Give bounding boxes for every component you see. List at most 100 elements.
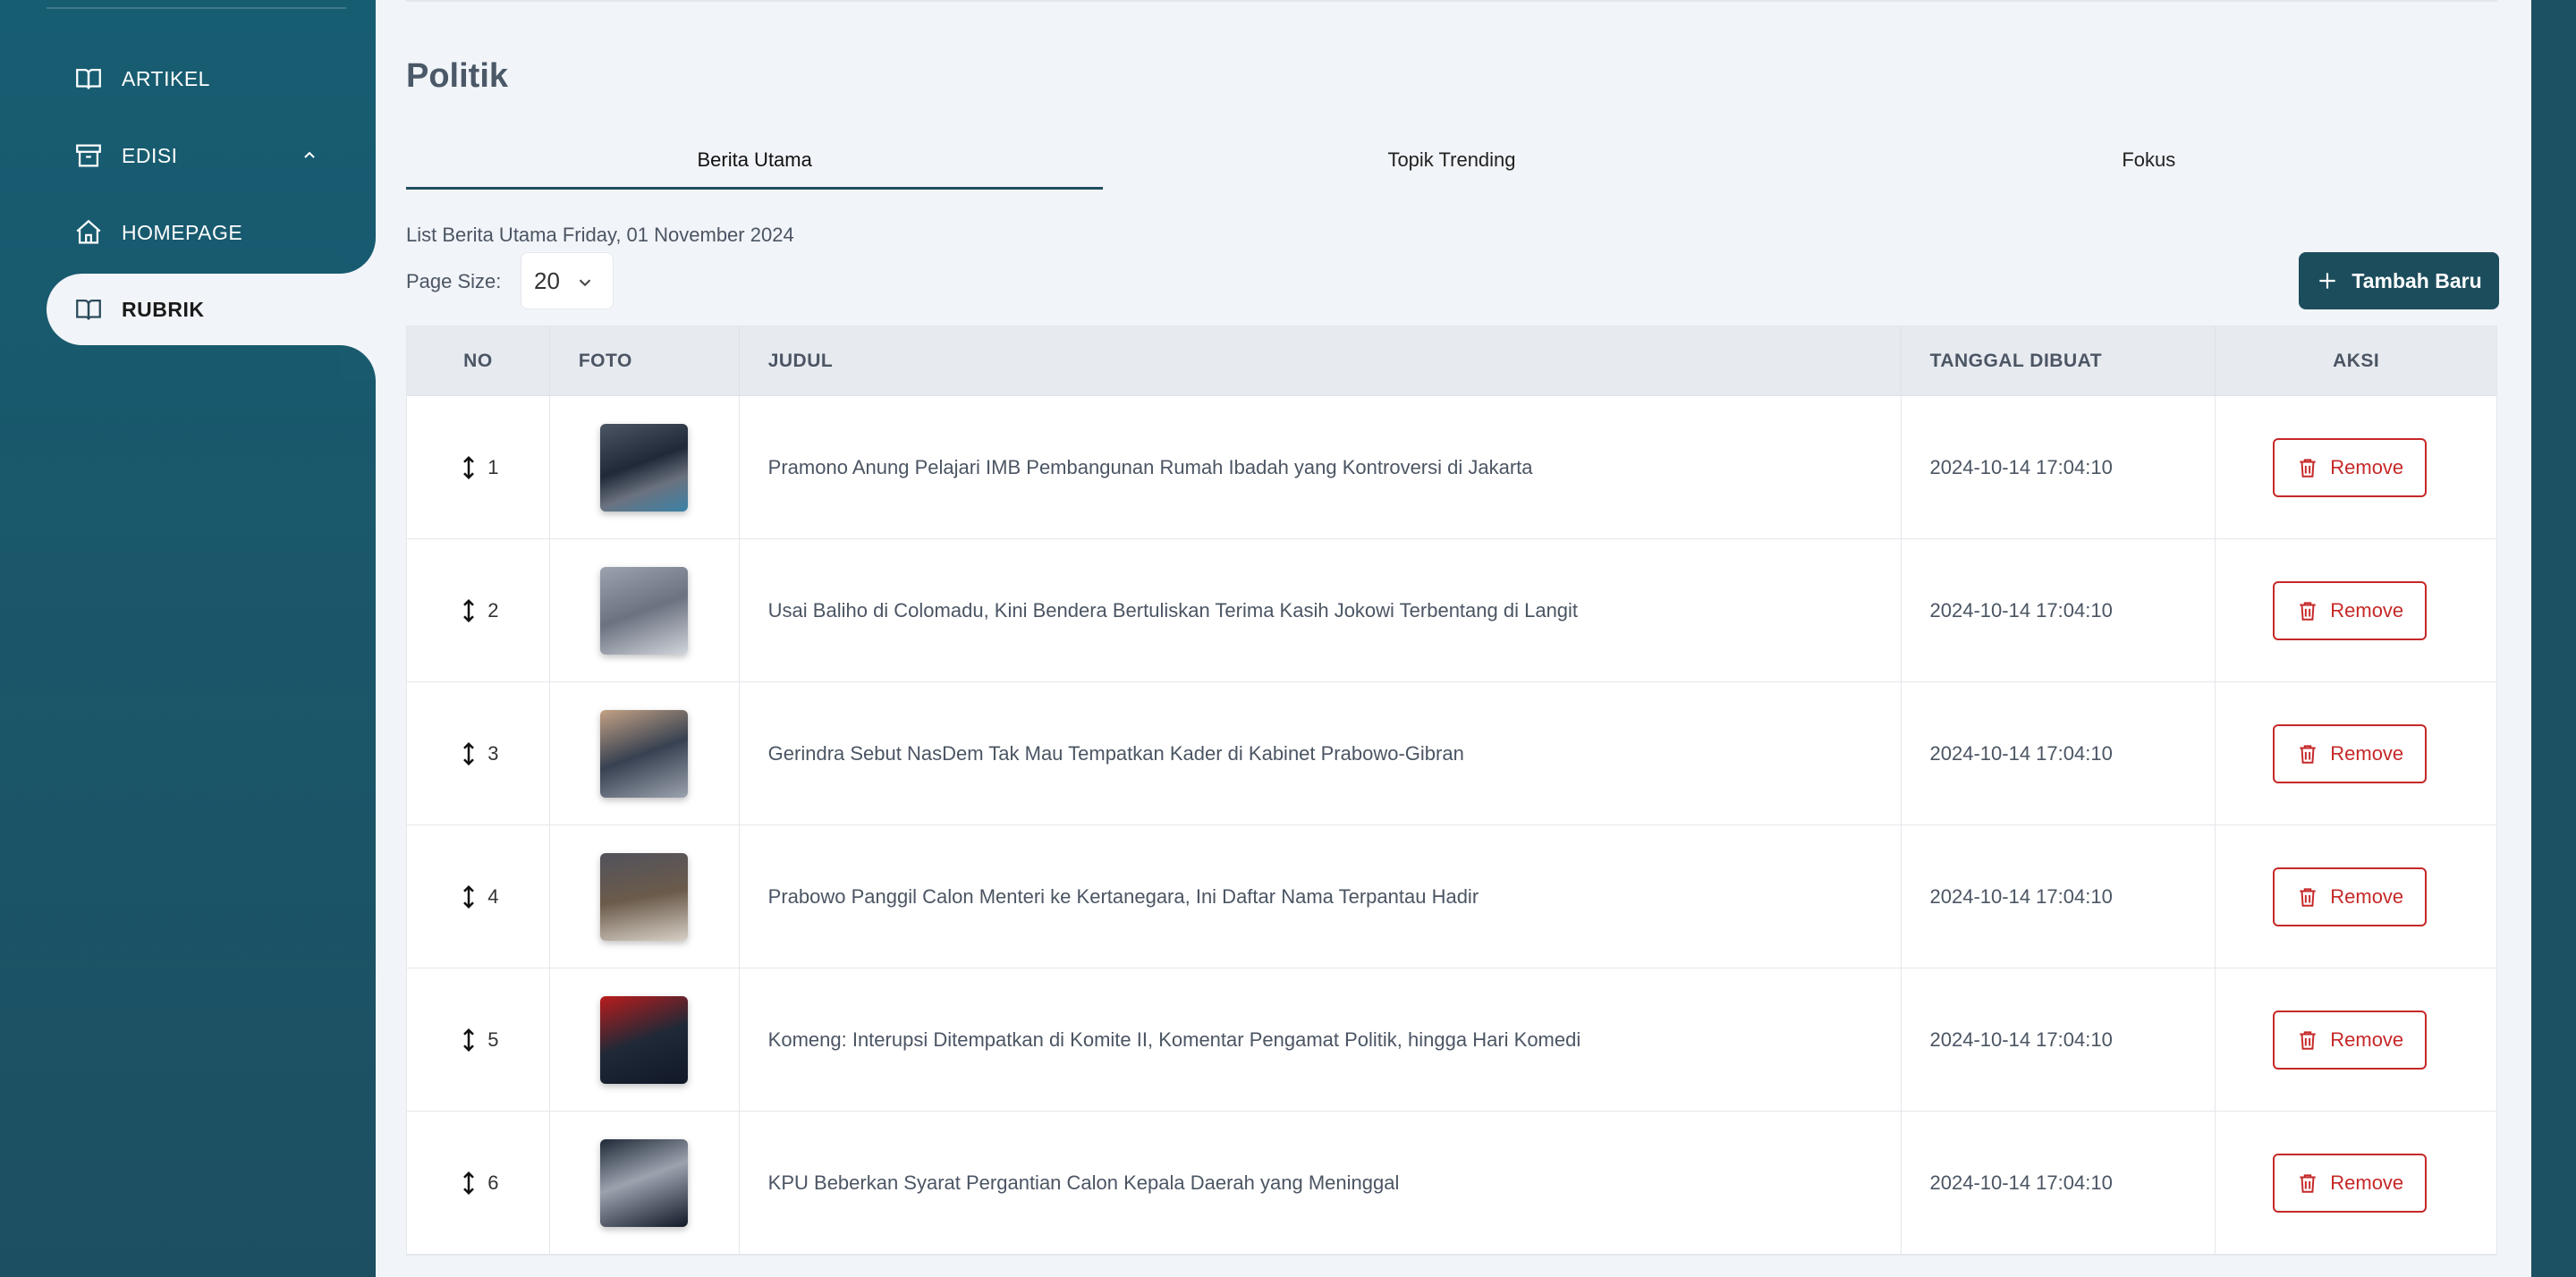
photo-cell [550,396,740,538]
sidebar-item-label: EDISI [122,143,178,167]
tab-berita-utama[interactable]: Berita Utama [406,134,1104,190]
article-thumbnail[interactable] [600,566,689,655]
remove-button[interactable]: Remove [2273,580,2428,640]
table-row: 4 Prabowo Panggil Calon Menteri ke Kerta… [407,825,2496,968]
photo-cell [550,968,740,1111]
column-header-no: NO [407,326,550,395]
article-thumbnail[interactable] [600,709,689,798]
page-size-select[interactable]: 20 [521,252,614,309]
remove-button[interactable]: Remove [2273,867,2428,926]
row-number-cell: 5 [407,968,550,1111]
drag-handle-icon[interactable] [457,740,480,767]
trash-icon [2300,744,2316,764]
page-title: Politik [406,57,509,95]
action-cell: Remove [2216,825,2496,968]
row-number: 2 [487,598,499,622]
tab-fokus[interactable]: Fokus [1801,134,2497,190]
tab-topik-trending[interactable]: Topik Trending [1103,134,1800,190]
row-number: 1 [487,455,499,478]
list-caption: List Berita Utama Friday, 01 November 20… [406,224,794,246]
row-number: 6 [487,1171,499,1194]
table-row: 1 Pramono Anung Pelajari IMB Pembangunan… [407,396,2496,539]
row-number: 5 [487,1028,499,1051]
created-date: 2024-10-14 17:04:10 [1902,396,2216,538]
chevron-down-icon [579,279,591,287]
column-header-aksi: AKSI [2333,350,2380,371]
row-number: 4 [487,884,499,908]
remove-button[interactable]: Remove [2273,1153,2428,1213]
plus-icon [2319,273,2336,289]
sidebar-item-label: RUBRIK [122,297,205,321]
photo-cell [550,1112,740,1254]
remove-label: Remove [2330,1171,2404,1194]
drag-handle-icon[interactable] [457,1027,480,1053]
drag-handle-icon[interactable] [457,454,480,481]
sidebar-item-homepage[interactable]: HOMEPAGE [47,197,376,268]
column-header-judul: JUDUL [740,326,1902,395]
table-row: 5 Komeng: Interupsi Ditempatkan di Komit… [407,968,2496,1112]
created-date: 2024-10-14 17:04:10 [1902,968,2216,1111]
article-title[interactable]: Usai Baliho di Colomadu, Kini Bendera Be… [740,539,1902,681]
active-item-curve [340,238,376,274]
sidebar-item-edisi[interactable]: EDISI [47,120,376,191]
drag-handle-icon[interactable] [457,1170,480,1197]
sidebar-item-label: HOMEPAGE [122,220,243,244]
sidebar-item-label: ARTIKEL [122,66,210,90]
article-title[interactable]: KPU Beberkan Syarat Pergantian Calon Kep… [740,1112,1902,1254]
home-icon [73,217,104,248]
created-date: 2024-10-14 17:04:10 [1902,539,2216,681]
add-new-button[interactable]: Tambah Baru [2299,252,2499,309]
trash-icon [2300,1030,2316,1050]
main-content: Politik Berita Utama Topik Trending Foku… [376,0,2531,1277]
book-open-icon [73,63,104,94]
tab-bar: Berita Utama Topik Trending Fokus [406,134,2497,190]
row-number: 3 [487,741,499,765]
book-open-icon [73,294,104,325]
photo-cell [550,825,740,968]
created-date: 2024-10-14 17:04:10 [1902,682,2216,825]
remove-label: Remove [2330,741,2404,765]
row-number-cell: 1 [407,396,550,538]
article-title[interactable]: Pramono Anung Pelajari IMB Pembangunan R… [740,396,1902,538]
remove-button[interactable]: Remove [2273,1010,2428,1070]
article-title[interactable]: Gerindra Sebut NasDem Tak Mau Tempatkan … [740,682,1902,825]
sidebar-divider [47,7,346,9]
row-number-cell: 2 [407,539,550,681]
article-title[interactable]: Prabowo Panggil Calon Menteri ke Kertane… [740,825,1902,968]
trash-icon [2300,601,2316,621]
article-thumbnail[interactable] [600,995,689,1084]
column-header-tanggal: TANGGAL DIBUAT [1902,326,2216,395]
remove-button[interactable]: Remove [2273,437,2428,497]
photo-cell [550,539,740,681]
row-number-cell: 4 [407,825,550,968]
photo-cell [550,682,740,825]
drag-handle-icon[interactable] [457,597,480,624]
created-date: 2024-10-14 17:04:10 [1902,825,2216,968]
active-item-curve [340,345,376,381]
chevron-up-icon[interactable] [299,145,320,166]
row-number-cell: 3 [407,682,550,825]
remove-label: Remove [2330,598,2404,622]
created-date: 2024-10-14 17:04:10 [1902,1112,2216,1254]
action-cell: Remove [2216,968,2496,1111]
sidebar: ARTIKEL EDISI HOMEPAGE RUBRIK [0,0,376,1277]
article-thumbnail[interactable] [600,1138,689,1227]
drag-handle-icon[interactable] [457,884,480,910]
archive-icon [73,140,104,171]
sidebar-item-rubrik[interactable]: RUBRIK [47,274,376,345]
page-size-label: Page Size: [406,270,502,292]
trash-icon [2300,458,2316,478]
table-header: NO FOTO JUDUL TANGGAL DIBUAT AKSI [407,326,2496,396]
action-cell: Remove [2216,1112,2496,1254]
articles-table: NO FOTO JUDUL TANGGAL DIBUAT AKSI 1 Pram… [406,326,2497,1256]
add-new-label: Tambah Baru [2351,268,2482,292]
column-header-foto: FOTO [550,326,740,395]
table-row: 2 Usai Baliho di Colomadu, Kini Bendera … [407,539,2496,682]
article-thumbnail[interactable] [600,852,689,941]
sidebar-item-artikel[interactable]: ARTIKEL [47,43,376,114]
action-cell: Remove [2216,396,2496,538]
window-edge [2531,0,2576,1277]
remove-button[interactable]: Remove [2273,723,2428,783]
article-thumbnail[interactable] [600,423,689,512]
article-title[interactable]: Komeng: Interupsi Ditempatkan di Komite … [740,968,1902,1111]
